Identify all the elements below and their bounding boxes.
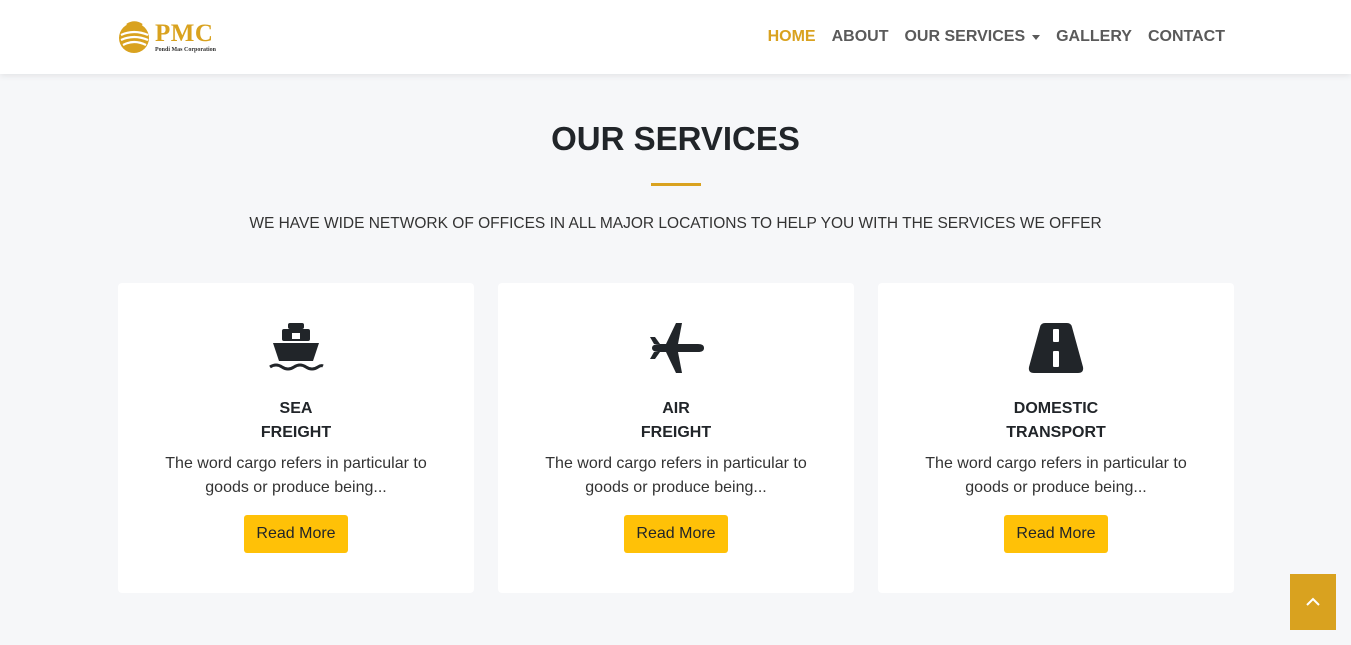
service-card-sea: SEA FREIGHT The word cargo refers in par… xyxy=(118,283,474,593)
nav-contact[interactable]: CONTACT xyxy=(1148,28,1225,46)
nav-our-services-label: OUR SERVICES xyxy=(904,28,1026,45)
section-subtitle: WE HAVE WIDE NETWORK OF OFFICES IN ALL M… xyxy=(249,215,1102,232)
plane-icon xyxy=(648,323,704,373)
service-card-air: AIR FREIGHT The word cargo refers in par… xyxy=(498,283,854,593)
read-more-button[interactable]: Read More xyxy=(244,515,348,553)
service-description: The word cargo refers in particular to g… xyxy=(165,455,427,496)
caret-down-icon xyxy=(1032,34,1041,40)
logo-icon xyxy=(119,21,149,53)
service-card-domestic: DOMESTIC TRANSPORT The word cargo refers… xyxy=(878,283,1234,593)
title-divider xyxy=(651,183,701,186)
service-title-line2: FREIGHT xyxy=(640,424,712,441)
brand-logo[interactable]: PMC Pondi Mas Corporation xyxy=(117,19,216,55)
service-title: AIR FREIGHT xyxy=(498,397,854,445)
brand-name: PMC xyxy=(155,20,214,47)
nav-home[interactable]: HOME xyxy=(768,28,816,46)
service-title-line2: TRANSPORT xyxy=(1006,424,1106,441)
read-more-button[interactable]: Read More xyxy=(624,515,728,553)
service-title-line1: AIR xyxy=(662,400,690,417)
ship-icon xyxy=(268,323,324,373)
section-title: OUR SERVICES xyxy=(551,120,800,157)
main-nav: HOME ABOUT OUR SERVICES GALLERY CONTACT xyxy=(768,28,1225,46)
road-icon xyxy=(1028,323,1084,373)
nav-gallery[interactable]: GALLERY xyxy=(1056,28,1132,46)
service-title-line2: FREIGHT xyxy=(260,424,332,441)
service-description: The word cargo refers in particular to g… xyxy=(545,455,807,496)
read-more-button[interactable]: Read More xyxy=(1004,515,1108,553)
service-title: SEA FREIGHT xyxy=(118,397,474,445)
service-title-line1: SEA xyxy=(279,400,313,417)
nav-our-services[interactable]: OUR SERVICES xyxy=(904,28,1041,46)
service-title: DOMESTIC TRANSPORT xyxy=(878,397,1234,445)
service-description: The word cargo refers in particular to g… xyxy=(925,455,1187,496)
back-to-top-button[interactable] xyxy=(1290,574,1336,630)
nav-about[interactable]: ABOUT xyxy=(832,28,889,46)
chevron-up-icon xyxy=(1306,597,1320,606)
brand-subtitle: Pondi Mas Corporation xyxy=(155,47,217,53)
navbar: PMC Pondi Mas Corporation HOME ABOUT OUR… xyxy=(0,0,1351,74)
services-list: SEA FREIGHT The word cargo refers in par… xyxy=(118,283,1234,593)
service-title-line1: DOMESTIC xyxy=(1013,400,1099,417)
